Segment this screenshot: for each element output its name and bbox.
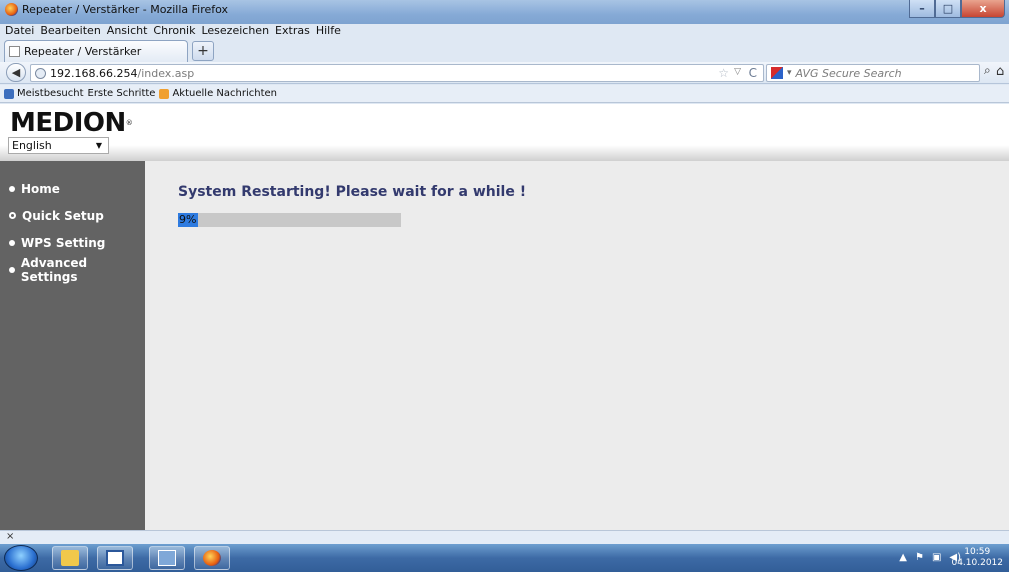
sidebar: Home Quick Setup WPS Setting Advanced Se… xyxy=(0,161,145,530)
maximize-button[interactable]: □ xyxy=(935,0,961,18)
main-content: System Restarting! Please wait for a whi… xyxy=(145,161,1009,530)
clock[interactable]: 10:59 04.10.2012 xyxy=(951,547,1003,569)
reload-icon[interactable]: C xyxy=(749,66,757,80)
minimize-button[interactable]: – xyxy=(909,0,935,18)
firefox-icon xyxy=(5,3,18,16)
bookmark-aktuelle-nachrichten[interactable]: Aktuelle Nachrichten xyxy=(159,88,277,99)
url-bar[interactable]: 192.168.66.254/index.asp ☆ ▽ C xyxy=(30,64,764,82)
menu-ansicht[interactable]: Ansicht xyxy=(104,24,151,38)
bookmark-label: Erste Schritte xyxy=(87,88,156,99)
taskbar: ▲ ⚑ ▣ ◀) 10:59 04.10.2012 xyxy=(0,544,1009,572)
bookmarks-toolbar: Meistbesucht Erste Schritte Aktuelle Nac… xyxy=(0,85,1009,199)
window-controls: – □ x xyxy=(909,0,1005,18)
chevron-down-icon: ▼ xyxy=(95,141,102,150)
back-arrow-icon: ◀ xyxy=(11,66,21,79)
registered-mark: ® xyxy=(125,119,133,127)
sidebar-item-label: Home xyxy=(21,181,60,196)
globe-icon xyxy=(35,67,46,79)
progress-label: 9% xyxy=(179,213,197,226)
bookmark-label: Aktuelle Nachrichten xyxy=(172,88,277,99)
taskbar-word[interactable] xyxy=(97,546,133,570)
logo-text: MEDION xyxy=(10,108,126,138)
find-bar: × xyxy=(0,530,1009,544)
sidebar-item-wps-setting[interactable]: WPS Setting xyxy=(0,229,145,256)
bookmark-star-icon[interactable]: ☆ xyxy=(718,66,729,80)
network-icon[interactable]: ▣ xyxy=(932,552,941,563)
rss-icon xyxy=(159,88,170,99)
page-icon xyxy=(9,46,20,57)
search-placeholder: AVG Secure Search xyxy=(795,66,902,80)
taskbar-explorer[interactable] xyxy=(52,546,88,570)
back-button[interactable]: ◀ xyxy=(6,63,26,82)
folder-icon xyxy=(4,88,14,99)
bookmark-meistbesucht[interactable]: Meistbesucht xyxy=(4,88,84,99)
page-header: MEDION® English ▼ xyxy=(0,104,1009,161)
sidebar-item-label: Advanced Settings xyxy=(20,255,88,284)
menu-lesezeichen[interactable]: Lesezeichen xyxy=(198,24,272,38)
history-dropdown-icon[interactable]: ▽ xyxy=(734,67,741,77)
menu-bearbeiten[interactable]: Bearbeiten xyxy=(37,24,103,38)
show-hidden-icons-icon[interactable]: ▲ xyxy=(899,552,907,563)
bullet-icon xyxy=(9,239,15,246)
menu-bar: Datei Bearbeiten Ansicht Chronik Lesezei… xyxy=(0,24,344,38)
firefox-icon xyxy=(203,550,221,566)
tab-label: Repeater / Verstärker xyxy=(24,45,142,58)
word-icon xyxy=(106,550,124,566)
menu-hilfe[interactable]: Hilfe xyxy=(313,24,344,38)
tab-repeater[interactable]: Repeater / Verstärker xyxy=(4,40,188,62)
window-title: Repeater / Verstärker - Mozilla Firefox xyxy=(22,3,229,16)
start-button[interactable] xyxy=(4,545,38,571)
menu-datei[interactable]: Datei xyxy=(2,24,37,38)
bookmark-erste-schritte[interactable]: Erste Schritte xyxy=(0,88,156,199)
avg-logo-icon xyxy=(771,67,783,79)
menu-chronik[interactable]: Chronik xyxy=(150,24,198,38)
web-page: MEDION® English ▼ Home Quick Setup WPS S… xyxy=(0,104,1009,530)
restart-progress-bar: 9% xyxy=(178,213,401,227)
close-button[interactable]: x xyxy=(961,0,1005,18)
sidebar-item-quick-setup[interactable]: Quick Setup xyxy=(0,202,145,229)
search-engine-dropdown-icon[interactable]: ▾ xyxy=(787,68,792,78)
medion-logo: MEDION® xyxy=(10,108,133,138)
action-center-icon[interactable]: ⚑ xyxy=(915,552,924,563)
navigation-bar: ◀ 192.168.66.254/index.asp ☆ ▽ C ▾ AVG S… xyxy=(0,62,1009,84)
sidebar-nav: Home Quick Setup WPS Setting Advanced Se… xyxy=(0,161,145,284)
restart-message: System Restarting! Please wait for a whi… xyxy=(178,184,527,200)
search-bar[interactable]: ▾ AVG Secure Search xyxy=(766,64,980,82)
home-icon[interactable]: ⌂ xyxy=(996,64,1004,79)
url-path: /index.asp xyxy=(137,66,195,80)
bullet-icon xyxy=(9,185,15,192)
control-panel-icon xyxy=(158,550,176,566)
taskbar-firefox[interactable] xyxy=(194,546,230,570)
search-icon[interactable]: ⌕ xyxy=(984,63,996,81)
clock-date: 04.10.2012 xyxy=(951,558,1003,568)
language-selected: English xyxy=(12,139,52,152)
menu-extras[interactable]: Extras xyxy=(272,24,313,38)
bullet-selected-icon xyxy=(9,212,16,219)
close-findbar-icon[interactable]: × xyxy=(6,531,14,542)
new-tab-button[interactable]: + xyxy=(192,41,214,61)
url-host: 192.168.66.254 xyxy=(50,66,138,80)
sidebar-item-home[interactable]: Home xyxy=(0,175,145,202)
sidebar-item-advanced-settings[interactable]: Advanced Settings xyxy=(0,255,145,284)
language-select[interactable]: English ▼ xyxy=(8,137,109,154)
sidebar-item-label: Quick Setup xyxy=(22,208,104,223)
clock-time: 10:59 xyxy=(964,547,991,557)
sidebar-item-label: WPS Setting xyxy=(21,235,106,250)
taskbar-control-panel[interactable] xyxy=(149,546,185,570)
tab-strip: Repeater / Verstärker + xyxy=(0,38,1009,62)
window-title-bar: Repeater / Verstärker - Mozilla Firefox … xyxy=(0,0,1009,24)
bullet-icon xyxy=(9,266,15,273)
folder-icon xyxy=(61,550,79,566)
bookmark-label: Meistbesucht xyxy=(17,88,84,99)
